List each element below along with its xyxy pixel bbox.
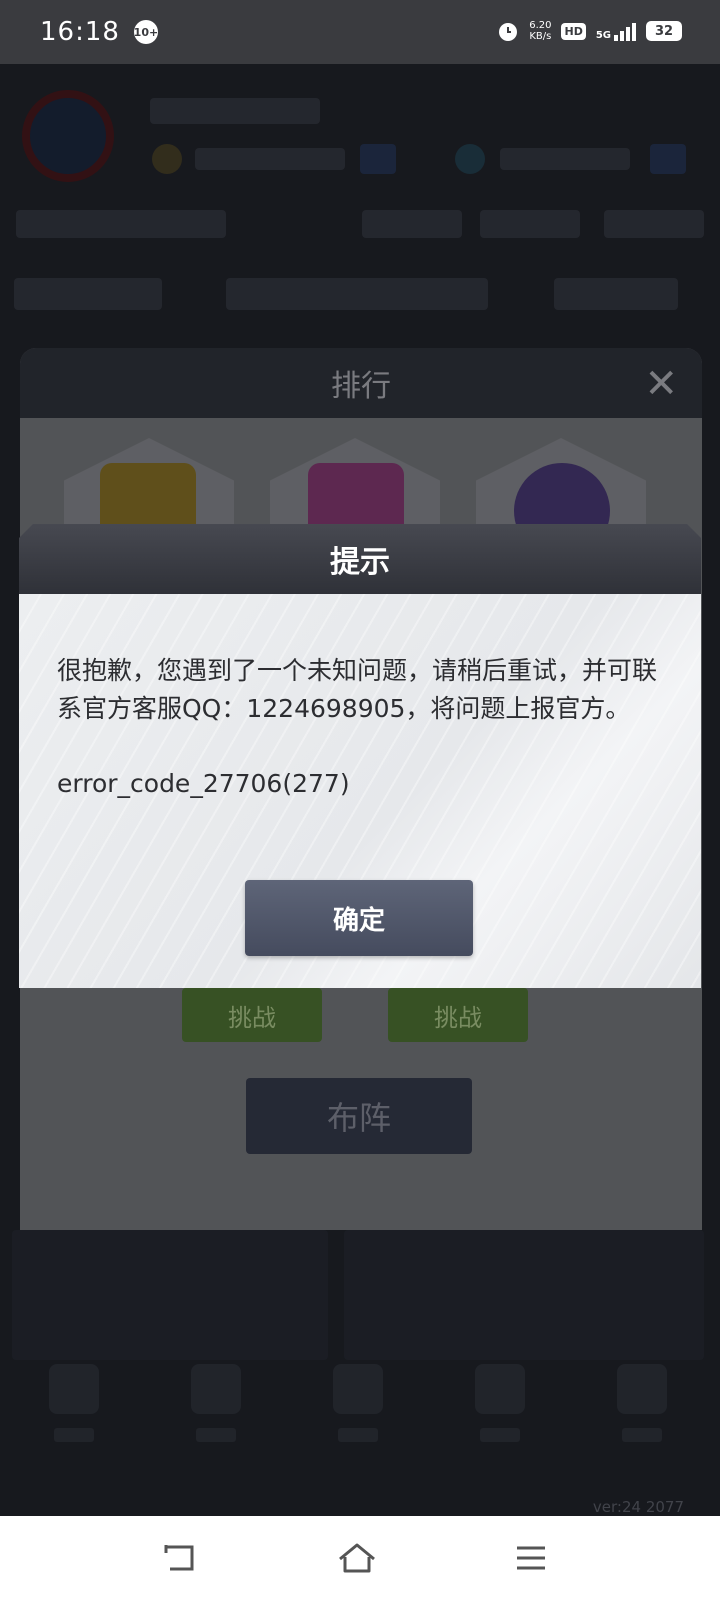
signal-icon: 5G [596, 21, 636, 41]
home-icon [339, 1543, 375, 1573]
confirm-button[interactable]: 确定 [245, 880, 473, 956]
status-time: 16:18 [40, 17, 120, 47]
net-speed: 6.20 KB/s [529, 20, 552, 42]
status-icons: 6.20 KB/s HD 5G 32 [497, 20, 682, 42]
back-button[interactable] [156, 1536, 202, 1580]
alarm-icon [499, 23, 518, 41]
dialog-header: 提示 [19, 524, 701, 594]
notification-badge: 10+ [134, 20, 158, 44]
menu-button[interactable] [508, 1536, 554, 1580]
error-code: error_code_27706(277) [57, 769, 350, 798]
battery-icon: 32 [646, 21, 682, 41]
network-type: 5G [595, 30, 611, 41]
dialog-message: 很抱歉，您遇到了一个未知问题，请稍后重试，并可联系官方客服QQ：12246989… [57, 656, 658, 723]
home-button[interactable] [334, 1536, 380, 1580]
confirm-label: 确定 [332, 905, 385, 936]
system-nav-bar [0, 1516, 720, 1600]
back-icon [164, 1545, 194, 1571]
dialog-title: 提示 [330, 545, 390, 580]
alert-dialog: 提示 很抱歉，您遇到了一个未知问题，请稍后重试，并可联系官方客服QQ：12246… [19, 524, 701, 988]
status-bar: 16:18 10+ 6.20 KB/s HD 5G 32 [0, 0, 720, 64]
hd-icon: HD [561, 22, 586, 40]
dialog-body: 很抱歉，您遇到了一个未知问题，请稍后重试，并可联系官方客服QQ：12246989… [19, 594, 701, 988]
menu-icon [517, 1546, 545, 1570]
